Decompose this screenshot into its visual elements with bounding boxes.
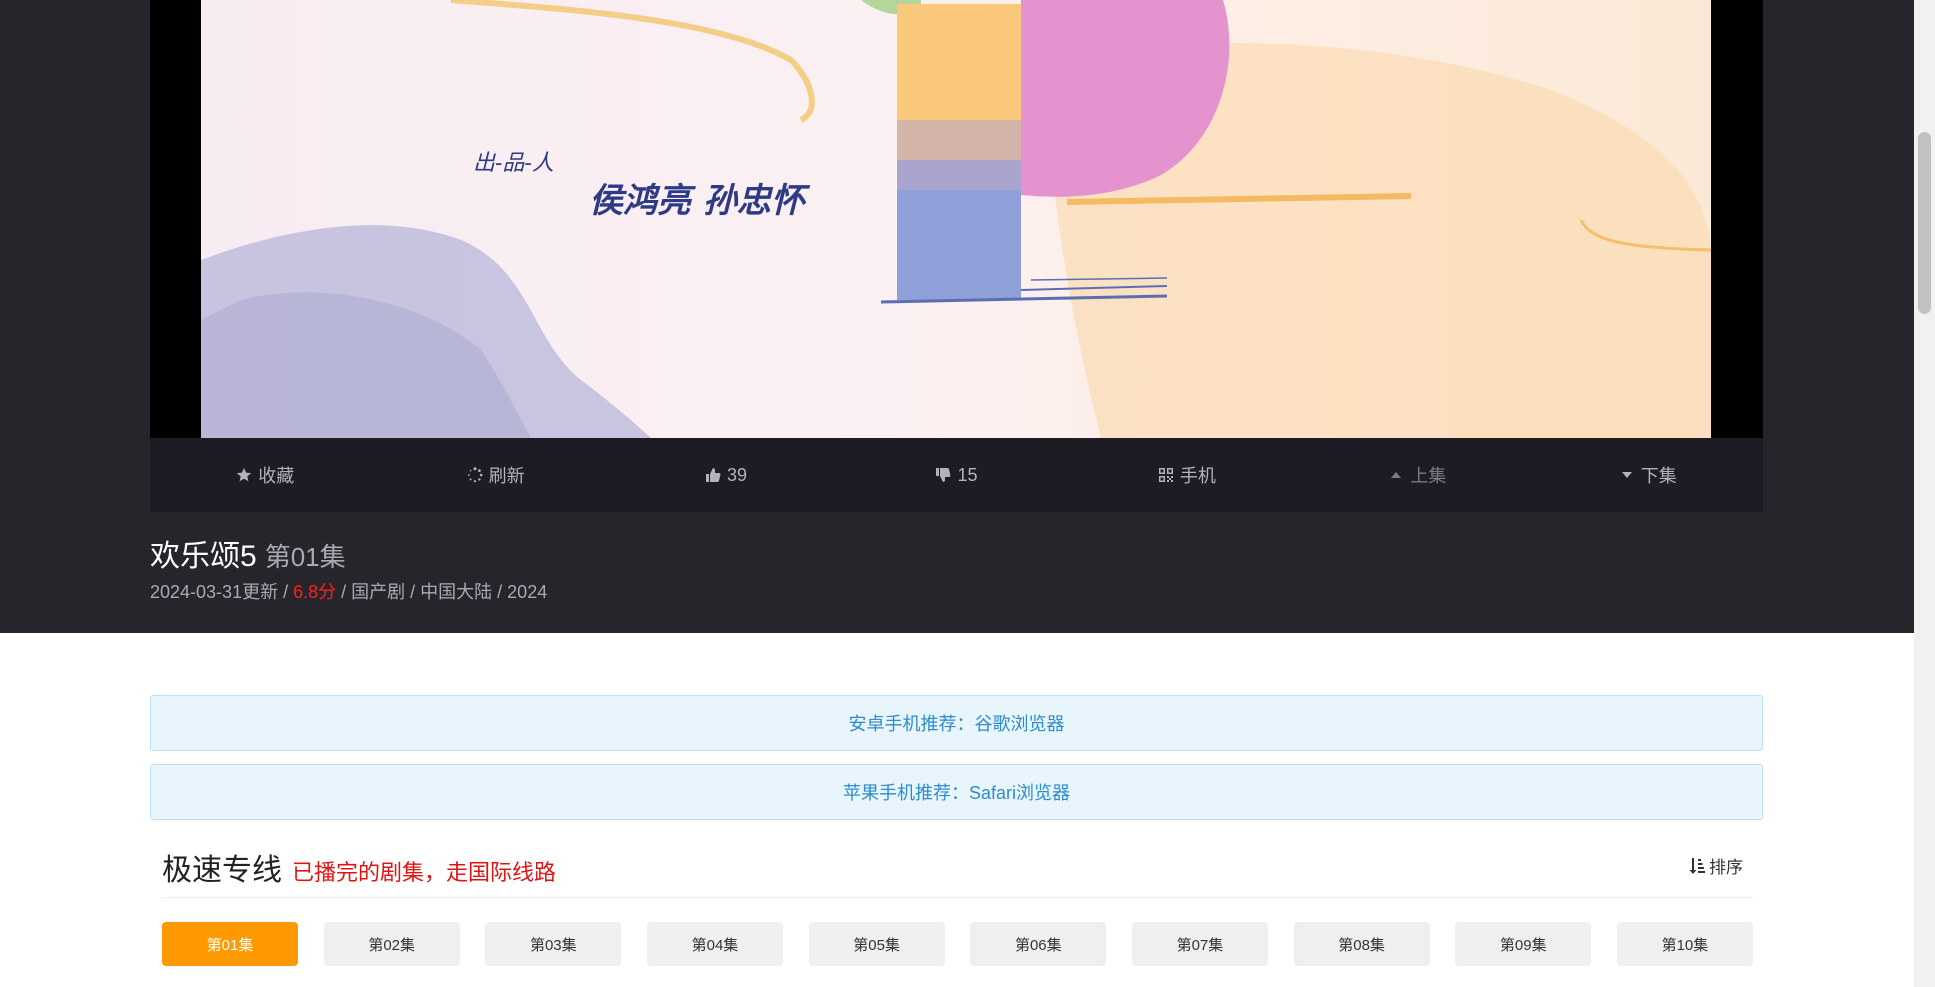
ios-browser-tip-text: 苹果手机推荐：Safari浏览器 — [842, 783, 1071, 803]
refresh-icon — [467, 467, 483, 483]
episode-button[interactable]: 第02集 — [323, 922, 460, 966]
episode-button[interactable]: 第08集 — [1293, 922, 1430, 966]
dislike-button[interactable]: 15 — [841, 465, 1071, 486]
meta-separator: / — [278, 582, 294, 602]
playlist-name: 极速专线 — [162, 854, 282, 887]
next-episode-label: 下集 — [1640, 466, 1677, 486]
thumbs-up-icon — [706, 468, 721, 482]
caret-down-icon — [1621, 472, 1632, 478]
episode-button[interactable]: 第09集 — [1455, 922, 1592, 966]
favorite-label: 收藏 — [258, 466, 295, 486]
video-player[interactable]: 出-品-人 侯鸿亮 孙忠怀 — [150, 0, 1763, 438]
playlist-header: 极速专线 已播完的剧集，走国际线路 排序 — [162, 845, 1753, 898]
update-date: 2024-03-31更新 — [150, 582, 279, 602]
episode-button[interactable]: 第05集 — [808, 922, 945, 966]
previous-episode-label: 上集 — [1410, 466, 1447, 486]
sort-icon — [1689, 857, 1705, 874]
dislike-count: 15 — [957, 464, 978, 485]
thumbs-down-icon — [936, 468, 951, 482]
video-frame-artwork: 出-品-人 侯鸿亮 孙忠怀 — [201, 0, 1711, 438]
video-frame[interactable]: 出-品-人 侯鸿亮 孙忠怀 — [201, 0, 1711, 438]
episode-button[interactable]: 第03集 — [485, 922, 622, 966]
caret-up-icon — [1391, 472, 1402, 478]
show-score: 6.8分 — [293, 582, 337, 602]
sort-button[interactable]: 排序 — [1689, 853, 1743, 878]
next-episode-button[interactable]: 下集 — [1533, 462, 1763, 488]
show-genre[interactable]: 国产剧 — [351, 582, 405, 602]
current-episode: 第01集 — [264, 542, 346, 572]
meta-separator: / — [405, 582, 421, 602]
like-button[interactable]: 39 — [611, 465, 841, 486]
star-icon — [237, 468, 252, 482]
show-title: 欢乐颂5 第01集 — [150, 531, 346, 575]
episode-button[interactable]: 第06集 — [970, 922, 1107, 966]
show-name: 欢乐颂5 — [150, 540, 257, 573]
sort-label: 排序 — [1709, 858, 1743, 877]
show-year[interactable]: 2024 — [507, 582, 547, 602]
previous-episode-button[interactable]: 上集 — [1302, 462, 1532, 488]
show-region[interactable]: 中国大陆 — [420, 582, 492, 602]
ios-browser-tip[interactable]: 苹果手机推荐：Safari浏览器 — [150, 764, 1763, 820]
android-browser-tip-text: 安卓手机推荐：谷歌浏览器 — [848, 714, 1065, 734]
meta-separator: / — [492, 582, 508, 602]
page-scrollbar[interactable] — [1914, 0, 1935, 987]
playlist-note: 已播完的剧集，走国际线路 — [292, 860, 557, 885]
episode-button[interactable]: 第01集 — [162, 922, 298, 966]
refresh-label: 刷新 — [488, 466, 525, 486]
episode-button[interactable]: 第07集 — [1131, 922, 1268, 966]
episode-list: 第01集 第02集 第03集 第04集 第05集 第06集 第07集 第08集 第09集 第10集 — [162, 922, 1753, 966]
episode-button[interactable]: 第04集 — [646, 922, 783, 966]
show-meta: 2024-03-31更新 / 6.8分 / 国产剧 / 中国大陆 / 2024 — [150, 578, 547, 604]
favorite-button[interactable]: 收藏 — [150, 462, 380, 488]
android-browser-tip[interactable]: 安卓手机推荐：谷歌浏览器 — [150, 695, 1763, 751]
like-count: 39 — [727, 464, 748, 485]
video-caption-names: 侯鸿亮 孙忠怀 — [589, 181, 811, 221]
video-caption-role: 出-品-人 — [473, 151, 554, 176]
mobile-label: 手机 — [1179, 466, 1216, 486]
scrollbar-thumb[interactable] — [1918, 132, 1931, 314]
mobile-button[interactable]: 手机 — [1072, 462, 1302, 488]
episode-button[interactable]: 第10集 — [1616, 922, 1753, 966]
meta-separator: / — [336, 582, 352, 602]
qrcode-icon — [1158, 468, 1173, 482]
playlist-title: 极速专线 已播完的剧集，走国际线路 — [162, 845, 556, 889]
refresh-button[interactable]: 刷新 — [380, 462, 610, 488]
player-toolbar: 收藏 刷新 39 15 手机 上集 下集 — [150, 438, 1763, 512]
